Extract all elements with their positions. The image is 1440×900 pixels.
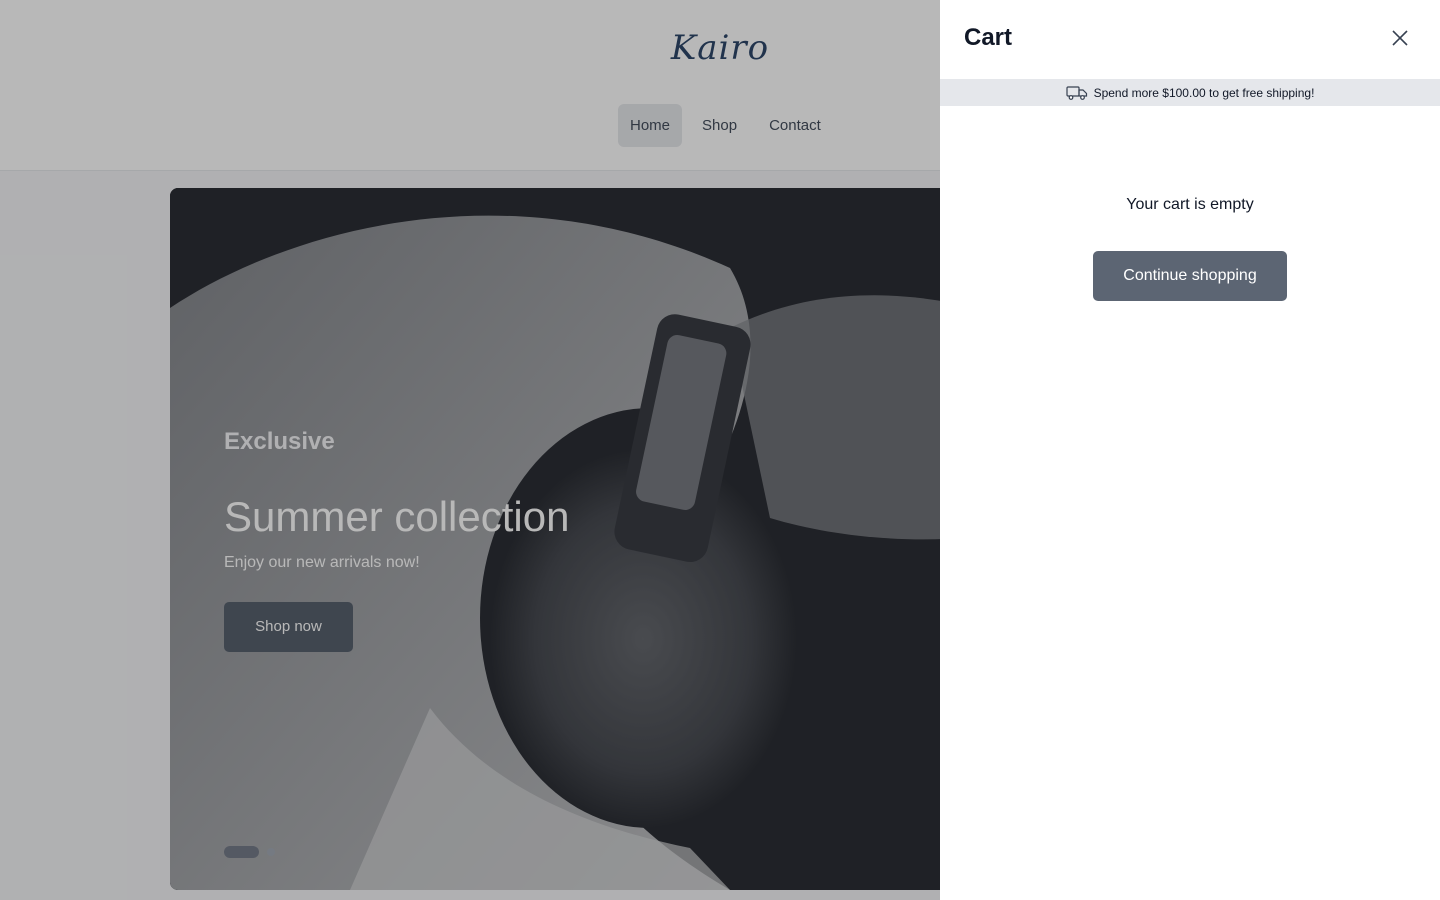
close-cart-button[interactable]	[1384, 22, 1416, 54]
cart-header: Cart	[940, 0, 1440, 80]
truck-icon	[1065, 86, 1087, 100]
shipping-message: Spend more $100.00 to get free shipping!	[1093, 86, 1315, 100]
drawer-backdrop[interactable]	[0, 0, 940, 900]
free-shipping-bar: Spend more $100.00 to get free shipping!	[940, 80, 1440, 106]
cart-title: Cart	[964, 24, 1013, 51]
continue-shopping-button[interactable]: Continue shopping	[1093, 251, 1287, 301]
cart-empty-message: Your cart is empty	[1126, 196, 1254, 213]
close-icon	[1392, 30, 1408, 46]
cart-drawer: Cart Spend more $100.00 to get free ship…	[940, 0, 1440, 900]
